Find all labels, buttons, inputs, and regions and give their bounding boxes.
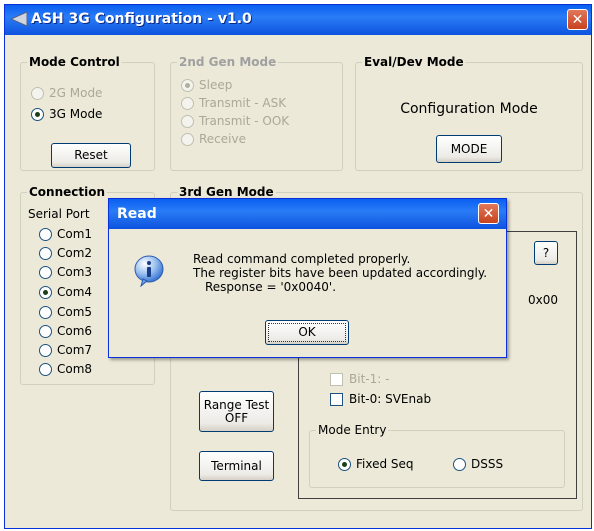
radio-com3[interactable]: Com3: [39, 263, 92, 281]
radio-2g-mode[interactable]: 2G Mode: [31, 84, 102, 102]
radio-label: Transmit - OOK: [199, 114, 290, 128]
mode-entry-legend: Mode Entry: [318, 423, 387, 437]
dialog-message-line1: Read command completed properly.: [193, 252, 411, 266]
checkbox-label: Bit-1: -: [349, 372, 390, 386]
radio-circle: [39, 246, 52, 260]
radio-circle: [39, 362, 52, 376]
radio-transmit-ask[interactable]: Transmit - ASK: [181, 94, 286, 112]
radio-label: 3G Mode: [49, 107, 103, 121]
radio-label: Com3: [57, 265, 93, 279]
radio-3g-mode[interactable]: 3G Mode: [31, 105, 102, 123]
radio-circle: [39, 265, 52, 279]
title-bar[interactable]: ASH 3G Configuration - v1.0 ✕: [5, 5, 591, 35]
reset-button[interactable]: Reset: [51, 143, 131, 168]
radio-circle: [39, 343, 52, 357]
radio-dsss[interactable]: DSSS: [453, 455, 503, 473]
info-icon: [134, 255, 164, 287]
gen3-mode-legend: 3rd Gen Mode: [179, 185, 274, 199]
radio-label: Com7: [57, 343, 93, 357]
checkbox-box: [330, 392, 343, 406]
read-dialog: Read ✕ Read command completed properly. …: [108, 198, 507, 358]
radio-circle: [453, 457, 466, 471]
radio-com7[interactable]: Com7: [39, 341, 92, 359]
bit-1-checkbox[interactable]: Bit-1: -: [330, 370, 389, 388]
dialog-message-line3: Response = '0x0040'.: [205, 280, 337, 294]
radio-com8[interactable]: Com8: [39, 360, 92, 378]
dialog-title: Read: [117, 206, 157, 222]
radio-com1[interactable]: Com1: [39, 225, 92, 243]
dialog-message-line2: The register bits have been updated acco…: [193, 266, 488, 280]
radio-circle: [338, 457, 351, 471]
radio-circle: [39, 227, 52, 241]
window-close-button[interactable]: ✕: [567, 9, 588, 30]
radio-label: Com8: [57, 362, 93, 376]
terminal-button[interactable]: Terminal: [199, 451, 274, 481]
range-test-button[interactable]: Range Test OFF: [199, 391, 274, 432]
gen2-mode-legend: 2nd Gen Mode: [179, 55, 277, 69]
radio-label: Sleep: [199, 78, 233, 92]
radio-com6[interactable]: Com6: [39, 322, 92, 340]
radio-label: DSSS: [471, 457, 504, 471]
configuration-mode-label: Configuration Mode: [400, 101, 538, 117]
radio-circle: [181, 132, 194, 146]
mode-control-legend: Mode Control: [29, 55, 120, 69]
radio-fixed-seq[interactable]: Fixed Seq: [338, 455, 414, 473]
mode-button[interactable]: MODE: [436, 135, 502, 163]
radio-label: Com4: [57, 285, 93, 299]
radio-circle: [181, 114, 194, 128]
range-test-state: OFF: [224, 410, 249, 425]
dialog-close-button[interactable]: ✕: [478, 203, 499, 224]
radio-label: Com1: [57, 227, 93, 241]
radio-label: Fixed Seq: [356, 457, 414, 471]
radio-com4[interactable]: Com4: [39, 283, 92, 301]
radio-com2[interactable]: Com2: [39, 244, 92, 262]
ok-button[interactable]: OK: [265, 320, 349, 345]
radio-circle: [31, 86, 44, 100]
window-title: ASH 3G Configuration - v1.0: [31, 11, 252, 27]
radio-label: Transmit - ASK: [199, 96, 287, 110]
radio-circle: [31, 107, 44, 121]
dialog-title-bar[interactable]: Read ✕: [109, 199, 506, 229]
checkbox-box: [330, 372, 343, 386]
dialog-message: Read command completed properly. The reg…: [193, 252, 487, 294]
checkbox-label: Bit-0: SVEnab: [349, 392, 432, 406]
radio-transmit-ook[interactable]: Transmit - OOK: [181, 112, 289, 130]
radio-com5[interactable]: Com5: [39, 303, 92, 321]
radio-circle: [39, 285, 52, 299]
radio-circle: [181, 78, 194, 92]
radio-sleep[interactable]: Sleep: [181, 76, 232, 94]
app-icon: [11, 12, 27, 26]
radio-label: Com2: [57, 246, 93, 260]
serial-port-label: Serial Port: [28, 207, 90, 221]
radio-label: Receive: [199, 132, 246, 146]
radio-label: Com5: [57, 305, 93, 319]
radio-label: Com6: [57, 324, 93, 338]
radio-circle: [181, 96, 194, 110]
radio-circle: [39, 305, 52, 319]
radio-label: 2G Mode: [49, 86, 103, 100]
bit-0-checkbox[interactable]: Bit-0: SVEnab: [330, 390, 431, 408]
register-value: 0x00: [528, 293, 559, 307]
radio-circle: [39, 324, 52, 338]
connection-legend: Connection: [29, 185, 106, 199]
eval-dev-mode-legend: Eval/Dev Mode: [364, 55, 464, 69]
range-test-label: Range Test: [203, 397, 270, 412]
help-button[interactable]: ?: [534, 241, 558, 265]
radio-receive[interactable]: Receive: [181, 130, 246, 148]
